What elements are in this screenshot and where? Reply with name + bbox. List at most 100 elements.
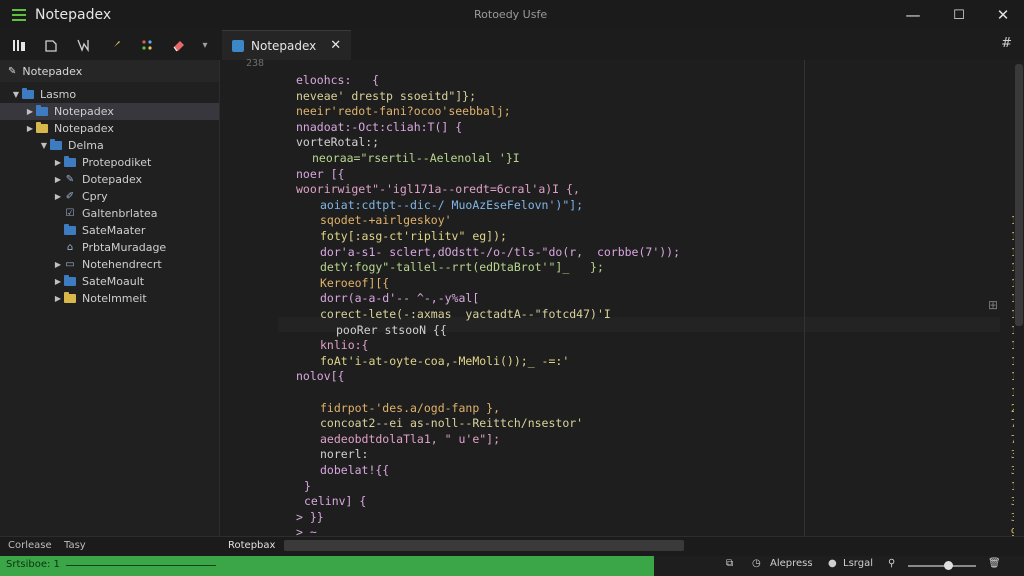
brush-icon[interactable] (102, 33, 128, 57)
code-line[interactable]: sqodet-+airlgeskoy' (320, 213, 452, 227)
tree-item[interactable]: ▶ Notelmmeit (0, 290, 219, 307)
code-line[interactable]: nnadoat:-Oct:cliah:T(] { (296, 120, 462, 134)
tree-item-label: SateMaater (82, 224, 146, 237)
code-line[interactable]: dor'a-s1- sclert,dOdstt-/o-/tls-"do(r, c… (320, 245, 680, 259)
code-line[interactable]: nolov[{ (296, 369, 344, 383)
code-line[interactable]: neeir'redot-fani?ocoo'seebbalj; (296, 104, 511, 118)
tree-item-label: Notehendrecrt (82, 258, 162, 271)
tree-item[interactable]: ☑ Galtenbrlatea (0, 205, 219, 222)
code-line[interactable]: fidrpot-'des.a/ogd-fanp }, (320, 401, 500, 415)
chevron-down-icon[interactable]: ▾ (192, 33, 218, 57)
folder-icon (36, 122, 48, 133)
bookmark-icon[interactable] (70, 33, 96, 57)
folder-icon (64, 275, 76, 286)
chevron-right-icon[interactable]: ▶ (52, 158, 64, 167)
code-line[interactable]: pooRer stsooN {{ (336, 323, 447, 337)
editor-file-label[interactable]: Rotepbax (228, 540, 275, 551)
tree-item[interactable]: ▶ Notepadex (0, 120, 219, 137)
eraser-icon[interactable] (166, 33, 192, 57)
scrollbar-thumb[interactable] (1015, 64, 1023, 326)
code-line[interactable]: aedeobdtdolaTla1, " u'e"]; (320, 432, 500, 446)
folder-icon (64, 156, 76, 167)
code-line[interactable]: norerl: (320, 447, 368, 461)
explorer-title: Notepadex (22, 64, 83, 78)
panel-layout-icon[interactable]: ⧉ (726, 558, 733, 569)
chevron-right-icon[interactable]: ▶ (52, 260, 64, 269)
split-view-icon[interactable]: ⊞ (988, 298, 998, 312)
file-explorer: ✎ Notepadex ▼ Lasmo ▶ Notepadex ▶ Notepadex ▼ D… (0, 60, 220, 536)
maximize-button[interactable]: ☐ (936, 0, 982, 30)
tab-notepadex[interactable]: Notepadex ✕ (222, 30, 352, 60)
tree-item[interactable]: ▼ Lasmo (0, 86, 219, 103)
status-item-lsrgal[interactable]: Lsrgal (843, 558, 873, 569)
chevron-right-icon[interactable]: ▶ (24, 107, 36, 116)
file-icon (232, 39, 244, 52)
clock-icon[interactable]: ◷ (752, 558, 761, 569)
code-line[interactable]: foAt'i-at-oyte-coa,-MeMoli());_ -=:' (320, 354, 569, 368)
code-line[interactable]: woorirwiget"-'igl171a--oredt=6cral'a)I {… (296, 182, 580, 196)
vertical-scrollbar[interactable] (1014, 60, 1024, 536)
code-line[interactable]: Keroeof][{ (320, 276, 389, 290)
tree-item[interactable]: ▼ Delma (0, 137, 219, 154)
code-line[interactable]: corect-lete(-:axmas yactadtA--"fotcd47)'… (320, 307, 611, 321)
zoom-slider-knob[interactable] (944, 561, 953, 570)
tab-tasks[interactable]: Tasy (64, 540, 86, 551)
code-line[interactable]: vorteRotal:; (296, 135, 379, 149)
toolbar: ▾ (0, 30, 1024, 60)
tree-item[interactable]: SateMaater (0, 222, 219, 239)
tree-item-label: PrbtaMuradage (82, 241, 167, 254)
hash-icon[interactable]: # (1001, 36, 1012, 51)
tree-item-label: Dotepadex (82, 173, 143, 186)
code-line[interactable]: } (304, 479, 311, 493)
map-pin-icon[interactable]: ● (828, 558, 837, 569)
minimize-button[interactable]: — (890, 0, 936, 30)
code-area[interactable]: 1eloohcs: {2neveae' drestp ssoeitd"]};3n… (222, 60, 1024, 539)
code-line[interactable]: dobelat!{{ (320, 463, 389, 477)
code-line[interactable]: knlio:{ (320, 338, 368, 352)
tab-console[interactable]: Corlease (8, 540, 52, 551)
status-text: Srtsiboe: 1 (6, 559, 60, 570)
new-file-icon[interactable] (38, 33, 64, 57)
search-icon[interactable]: ⚲ (888, 558, 895, 569)
chevron-down-icon[interactable]: ▼ (38, 141, 50, 150)
code-line[interactable]: dorr(a-a-d'-- ^-,-y%al[ (320, 291, 479, 305)
folder-icon (64, 224, 76, 235)
status-divider (66, 565, 216, 566)
chevron-right-icon[interactable]: ▶ (52, 294, 64, 303)
code-line[interactable]: detY:fogy"-tallel--rrt(edDtaBrot'"]_ }; (320, 260, 604, 274)
tree-item[interactable]: ▶ ✐ Cpry (0, 188, 219, 205)
folder-icon (36, 105, 48, 116)
tree-item[interactable]: ▶ Protepodiket (0, 154, 219, 171)
tree-item[interactable]: ▶ ▭ Notehendrecrt (0, 256, 219, 273)
code-line[interactable]: aoiat:cdtpt--dic-/ MuoAzEseFelovn')"]; (320, 198, 583, 212)
status-item-alepress[interactable]: Alepress (770, 558, 813, 569)
tree-item-label: Notepadex (54, 105, 114, 118)
tree-item[interactable]: ▶ ✎ Dotepadex (0, 171, 219, 188)
tab-close-icon[interactable]: ✕ (330, 38, 341, 53)
code-line[interactable]: concoat2--ei as-noll--Reittch/nsestor' (320, 416, 583, 430)
tree-item[interactable]: ⌂ PrbtaMuradage (0, 239, 219, 256)
code-line[interactable]: eloohcs: { (296, 73, 379, 87)
tree-item[interactable]: ▶ SateMoault (0, 273, 219, 290)
chevron-right-icon[interactable]: ▶ (52, 175, 64, 184)
code-line[interactable]: > }} (296, 510, 324, 524)
tab-label: Notepadex (251, 38, 317, 53)
close-button[interactable]: ✕ (980, 0, 1024, 30)
code-line[interactable]: neveae' drestp ssoeitd"]}; (296, 89, 476, 103)
chevron-right-icon[interactable]: ▶ (52, 192, 64, 201)
folder-icon (50, 139, 62, 150)
horizontal-scrollbar[interactable] (284, 540, 684, 551)
palette-icon[interactable] (134, 33, 160, 57)
code-line[interactable]: celinv] { (304, 494, 366, 508)
code-line[interactable]: noer [{ (296, 167, 344, 181)
chevron-down-icon[interactable]: ▼ (10, 90, 22, 99)
library-icon[interactable] (6, 33, 32, 57)
chevron-right-icon[interactable]: ▶ (24, 124, 36, 133)
code-line[interactable]: neoraa="rsertil--Aelenolal '}I (312, 151, 520, 165)
zoom-slider[interactable] (908, 565, 976, 567)
code-line[interactable]: foty[:asg-ct'riplitv" eg]); (320, 229, 507, 243)
chevron-right-icon[interactable]: ▶ (52, 277, 64, 286)
delete-icon[interactable]: 🗑 (988, 558, 1001, 569)
tree-item[interactable]: ▶ Notepadex (0, 103, 219, 120)
code-editor[interactable]: 238 1eloohcs: {2neveae' drestp ssoeitd"]… (222, 58, 1024, 539)
